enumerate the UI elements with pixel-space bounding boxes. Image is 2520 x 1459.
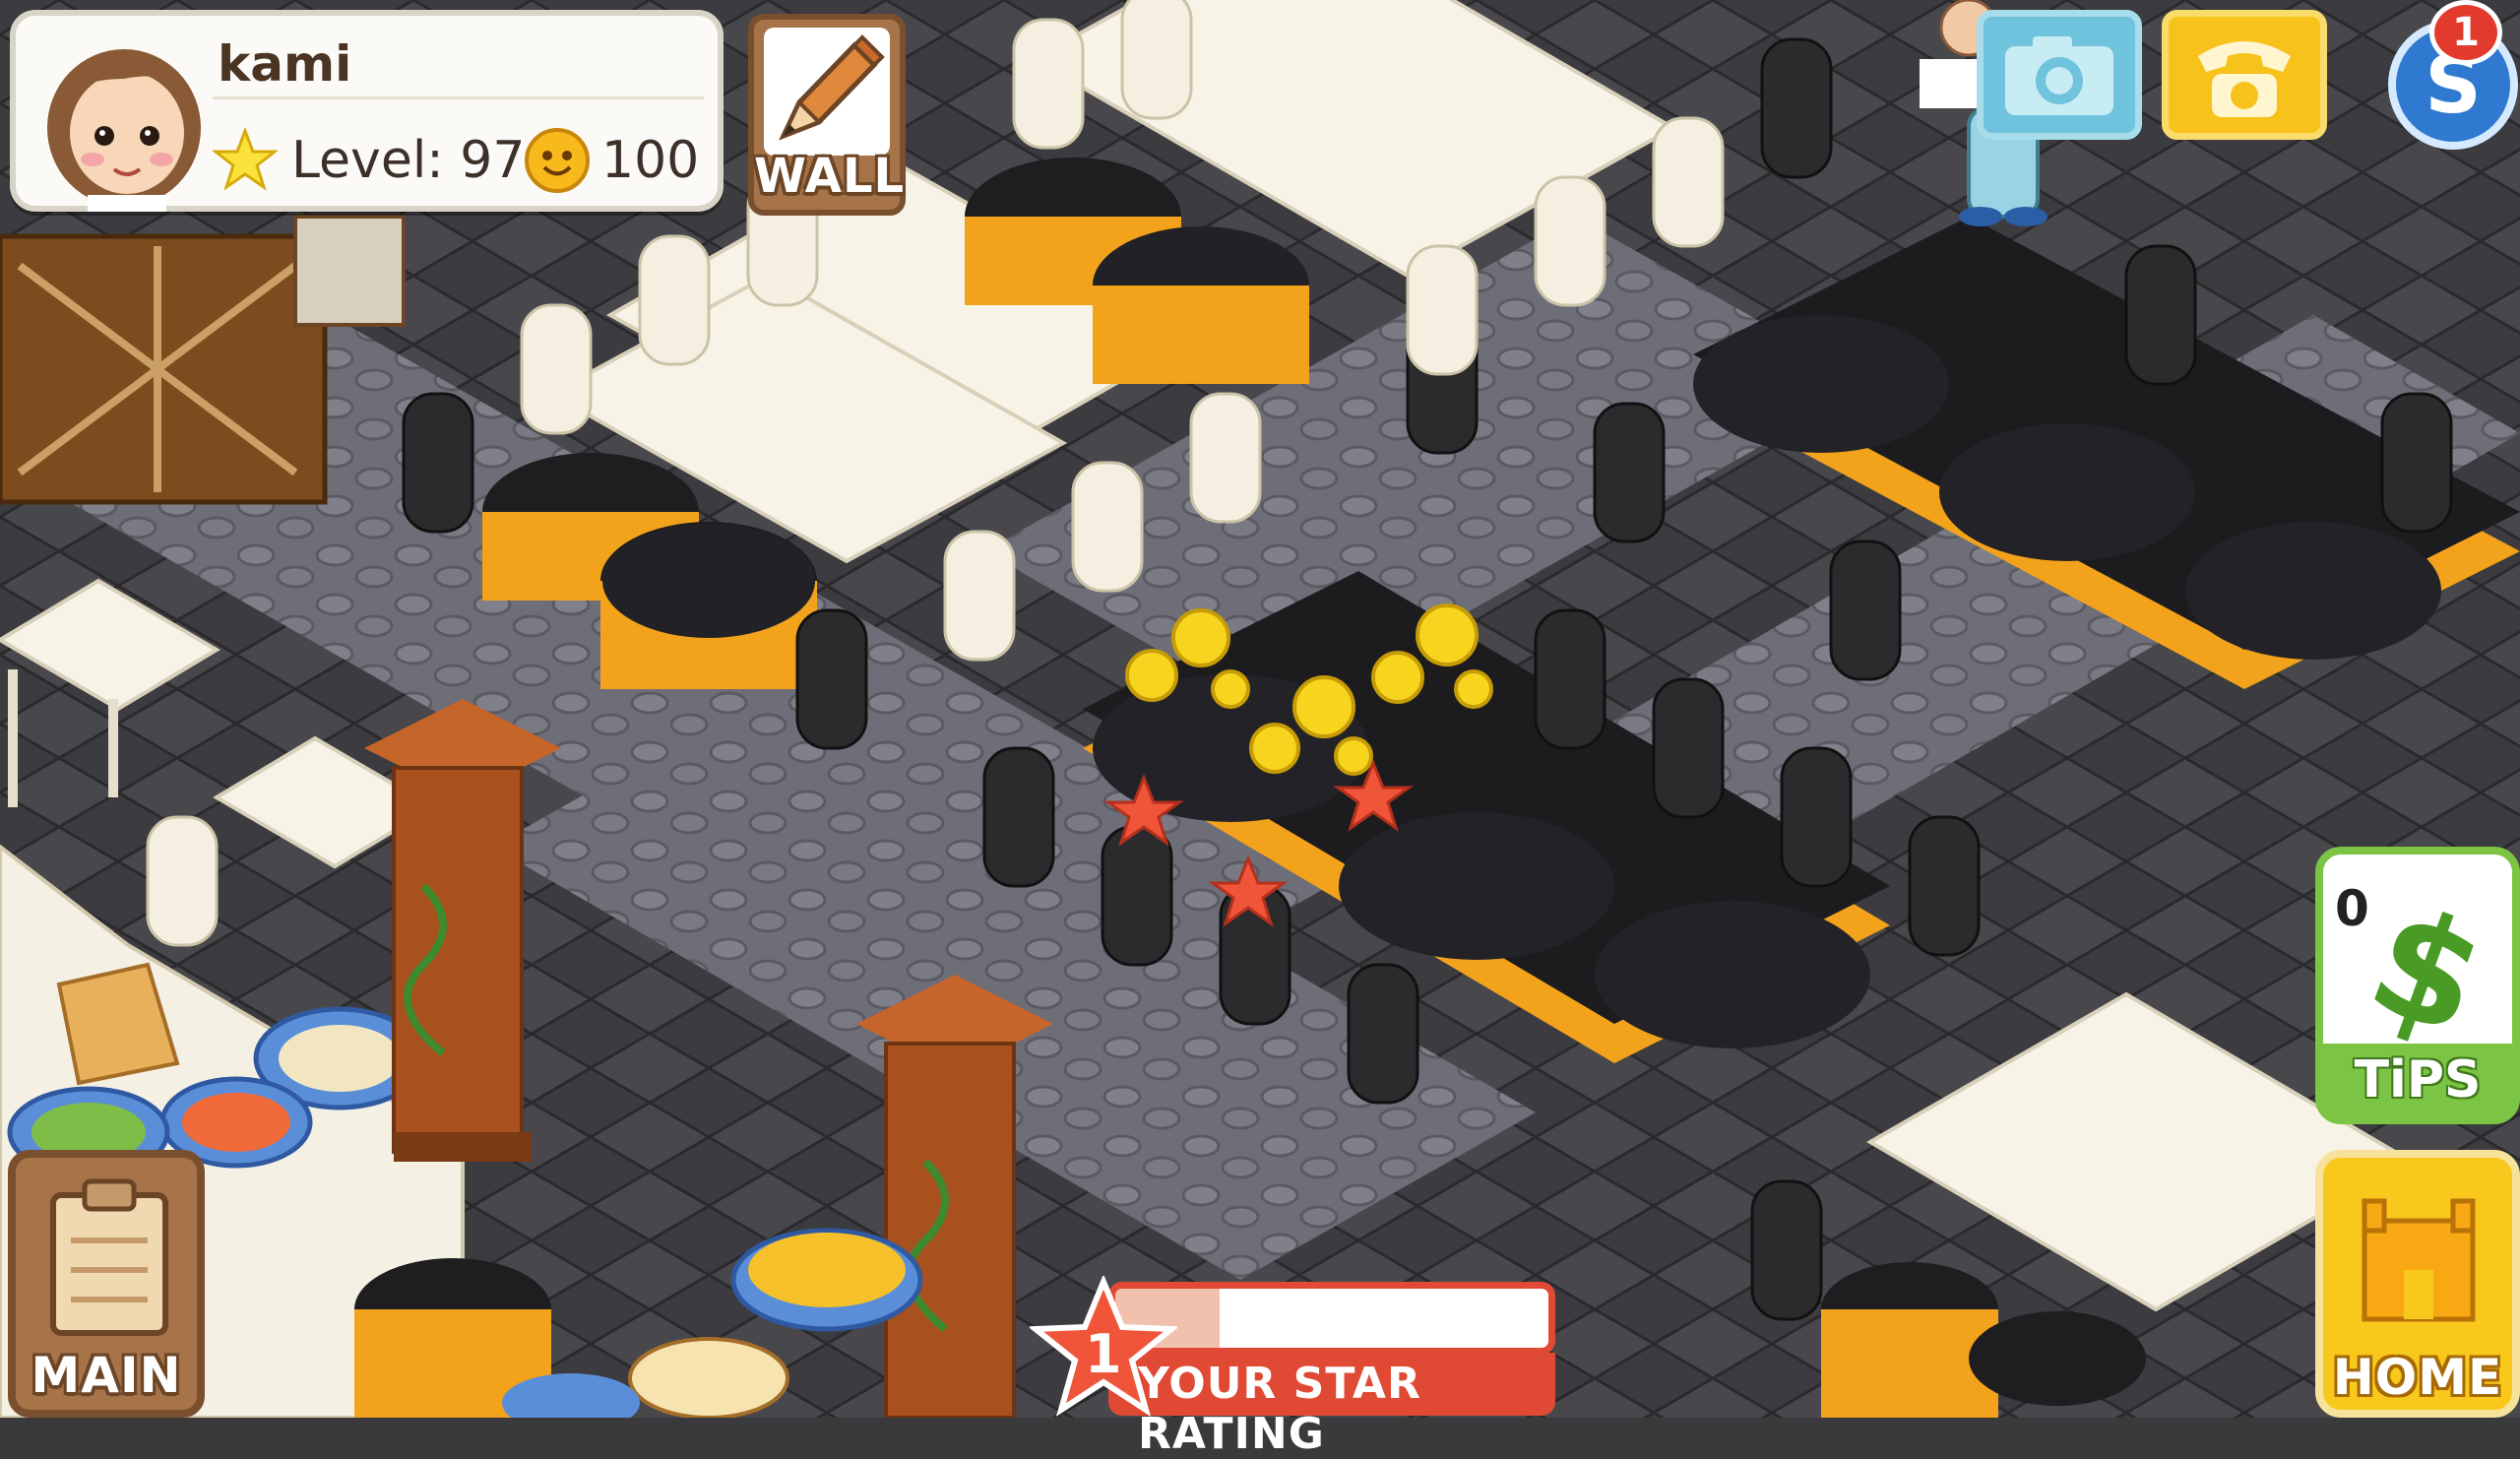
wall-button[interactable]: WALL [748, 14, 906, 216]
camera-button[interactable] [1977, 10, 2142, 140]
chef-avatar [47, 49, 201, 212]
svg-text:$: $ [2362, 894, 2490, 1042]
home-button[interactable]: HOME [2315, 1150, 2520, 1418]
restaurant-scene[interactable] [0, 0, 2520, 1418]
tips-button[interactable]: 0 $ TiPS [2315, 847, 2520, 1124]
player-card[interactable]: kami Level: 97 100 [10, 10, 724, 212]
main-button[interactable]: MAIN [8, 1150, 205, 1418]
level-indicator: Level: 97 [213, 126, 525, 195]
pencil-icon [779, 34, 885, 141]
wall-label: WALL [754, 149, 906, 204]
house-icon [2362, 1198, 2476, 1322]
coin-indicator: 100 [523, 126, 699, 195]
divider [213, 96, 704, 99]
rating-label: YOUR STAR RATING [1138, 1359, 1421, 1459]
home-label: HOME [2332, 1349, 2503, 1406]
phone-icon [2198, 41, 2291, 117]
coin-count: 100 [601, 131, 700, 190]
rating-stars-count: 1 [1085, 1323, 1122, 1385]
player-name: kami [218, 35, 352, 93]
coin-icon [525, 128, 590, 193]
level-text: Level: 97 [291, 131, 526, 190]
dollar-icon: $ [2362, 894, 2490, 1042]
star-icon [213, 128, 278, 191]
main-label: MAIN [31, 1347, 182, 1404]
star-rating[interactable]: YOUR STAR RATING 1 [1030, 1276, 1555, 1459]
clipboard-icon [50, 1178, 168, 1336]
camera-icon [2005, 36, 2113, 115]
phone-button[interactable] [2162, 10, 2327, 140]
tips-label: TiPS [2323, 1044, 2512, 1116]
notification-badge[interactable]: 1 [2429, 0, 2502, 65]
